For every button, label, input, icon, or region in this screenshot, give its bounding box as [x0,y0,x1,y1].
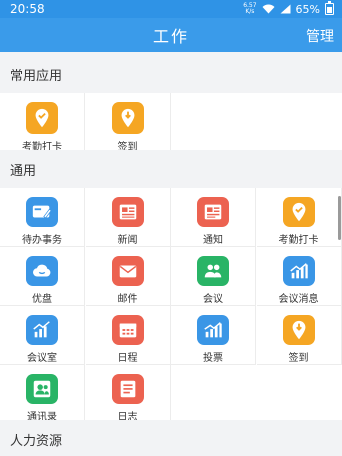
app-tile-label: 会议消息 [278,294,319,305]
app-tile-label: 新闻 [117,235,138,246]
notice-icon [197,197,229,227]
mail-icon [111,256,144,286]
app-tile-label: 日程 [117,353,138,364]
app-tile-label: 待办事务 [22,235,62,246]
contacts-icon [26,374,58,404]
location-pin-icon [111,102,144,134]
battery-percent: 65% [295,2,320,16]
meeting-people-icon [197,256,229,286]
vote-chart-icon [197,315,229,345]
cloud-icon [26,256,58,286]
top-nav: 工作 管理 [0,18,342,52]
app-tile[interactable]: 签到 [256,306,342,365]
battery-icon [325,1,334,15]
app-tile[interactable]: 会议室 [0,306,85,365]
app-tile-label: 邮件 [117,294,138,305]
scrollbar[interactable] [338,196,341,240]
location-pin-icon [282,315,315,345]
app-tile[interactable]: 优盘 [0,247,85,306]
app-tile-label: 通知 [203,235,223,246]
meeting-room-chart-icon [26,315,58,345]
app-tile-label: 考勤打卡 [278,235,319,246]
app-tile-label: 投票 [203,353,223,364]
app-tile[interactable]: 通讯录 [0,365,85,424]
todo-card-icon [26,197,58,227]
app-tile[interactable]: 邮件 [85,247,171,306]
app-tile-label: 签到 [288,353,309,364]
app-tile[interactable]: 新闻 [85,188,171,247]
log-icon [111,374,144,404]
common-apps-grid: 考勤打卡 签到 [0,93,342,156]
app-tile[interactable]: 考勤打卡 [256,188,342,247]
calendar-icon [111,315,144,345]
app-tile-label: 会议 [203,294,223,305]
network-speed-unit: K/s [245,8,255,15]
section-title-common: 常用应用 [0,55,342,93]
app-tile[interactable]: 待办事务 [0,188,85,247]
manage-button[interactable]: 管理 [306,26,334,46]
app-tile[interactable]: 会议消息 [256,247,342,306]
app-tile[interactable]: 日志 [85,365,171,424]
wifi-icon [262,4,275,14]
news-icon [111,197,144,227]
meeting-chart-icon [282,256,315,286]
app-tile[interactable]: 日程 [85,306,171,365]
location-check-icon [26,102,58,134]
app-tile[interactable]: 投票 [171,306,256,365]
app-tile[interactable]: 签到 [85,93,171,156]
status-bar: 20:58 6.57 K/s 65% [0,0,342,18]
network-speed: 6.57 K/s [243,3,256,15]
signal-icon [280,4,291,14]
location-check-icon [282,197,315,227]
app-tile[interactable]: 考勤打卡 [0,93,85,156]
status-right: 6.57 K/s 65% [243,1,334,16]
app-tile-label: 优盘 [32,294,52,305]
status-time: 20:58 [10,2,45,16]
app-tile-label: 会议室 [27,353,57,364]
section-title-general: 通用 [0,150,342,188]
app-tile[interactable]: 会议 [171,247,256,306]
page-title: 工作 [152,27,189,46]
general-apps-grid: 待办事务 新闻 通知 考勤打卡优盘 邮件 会议 会议消息会议室 日程 投票 签到通讯录 日志 [0,188,342,424]
section-title-hr: 人力资源 [0,420,342,456]
app-tile[interactable]: 通知 [171,188,256,247]
